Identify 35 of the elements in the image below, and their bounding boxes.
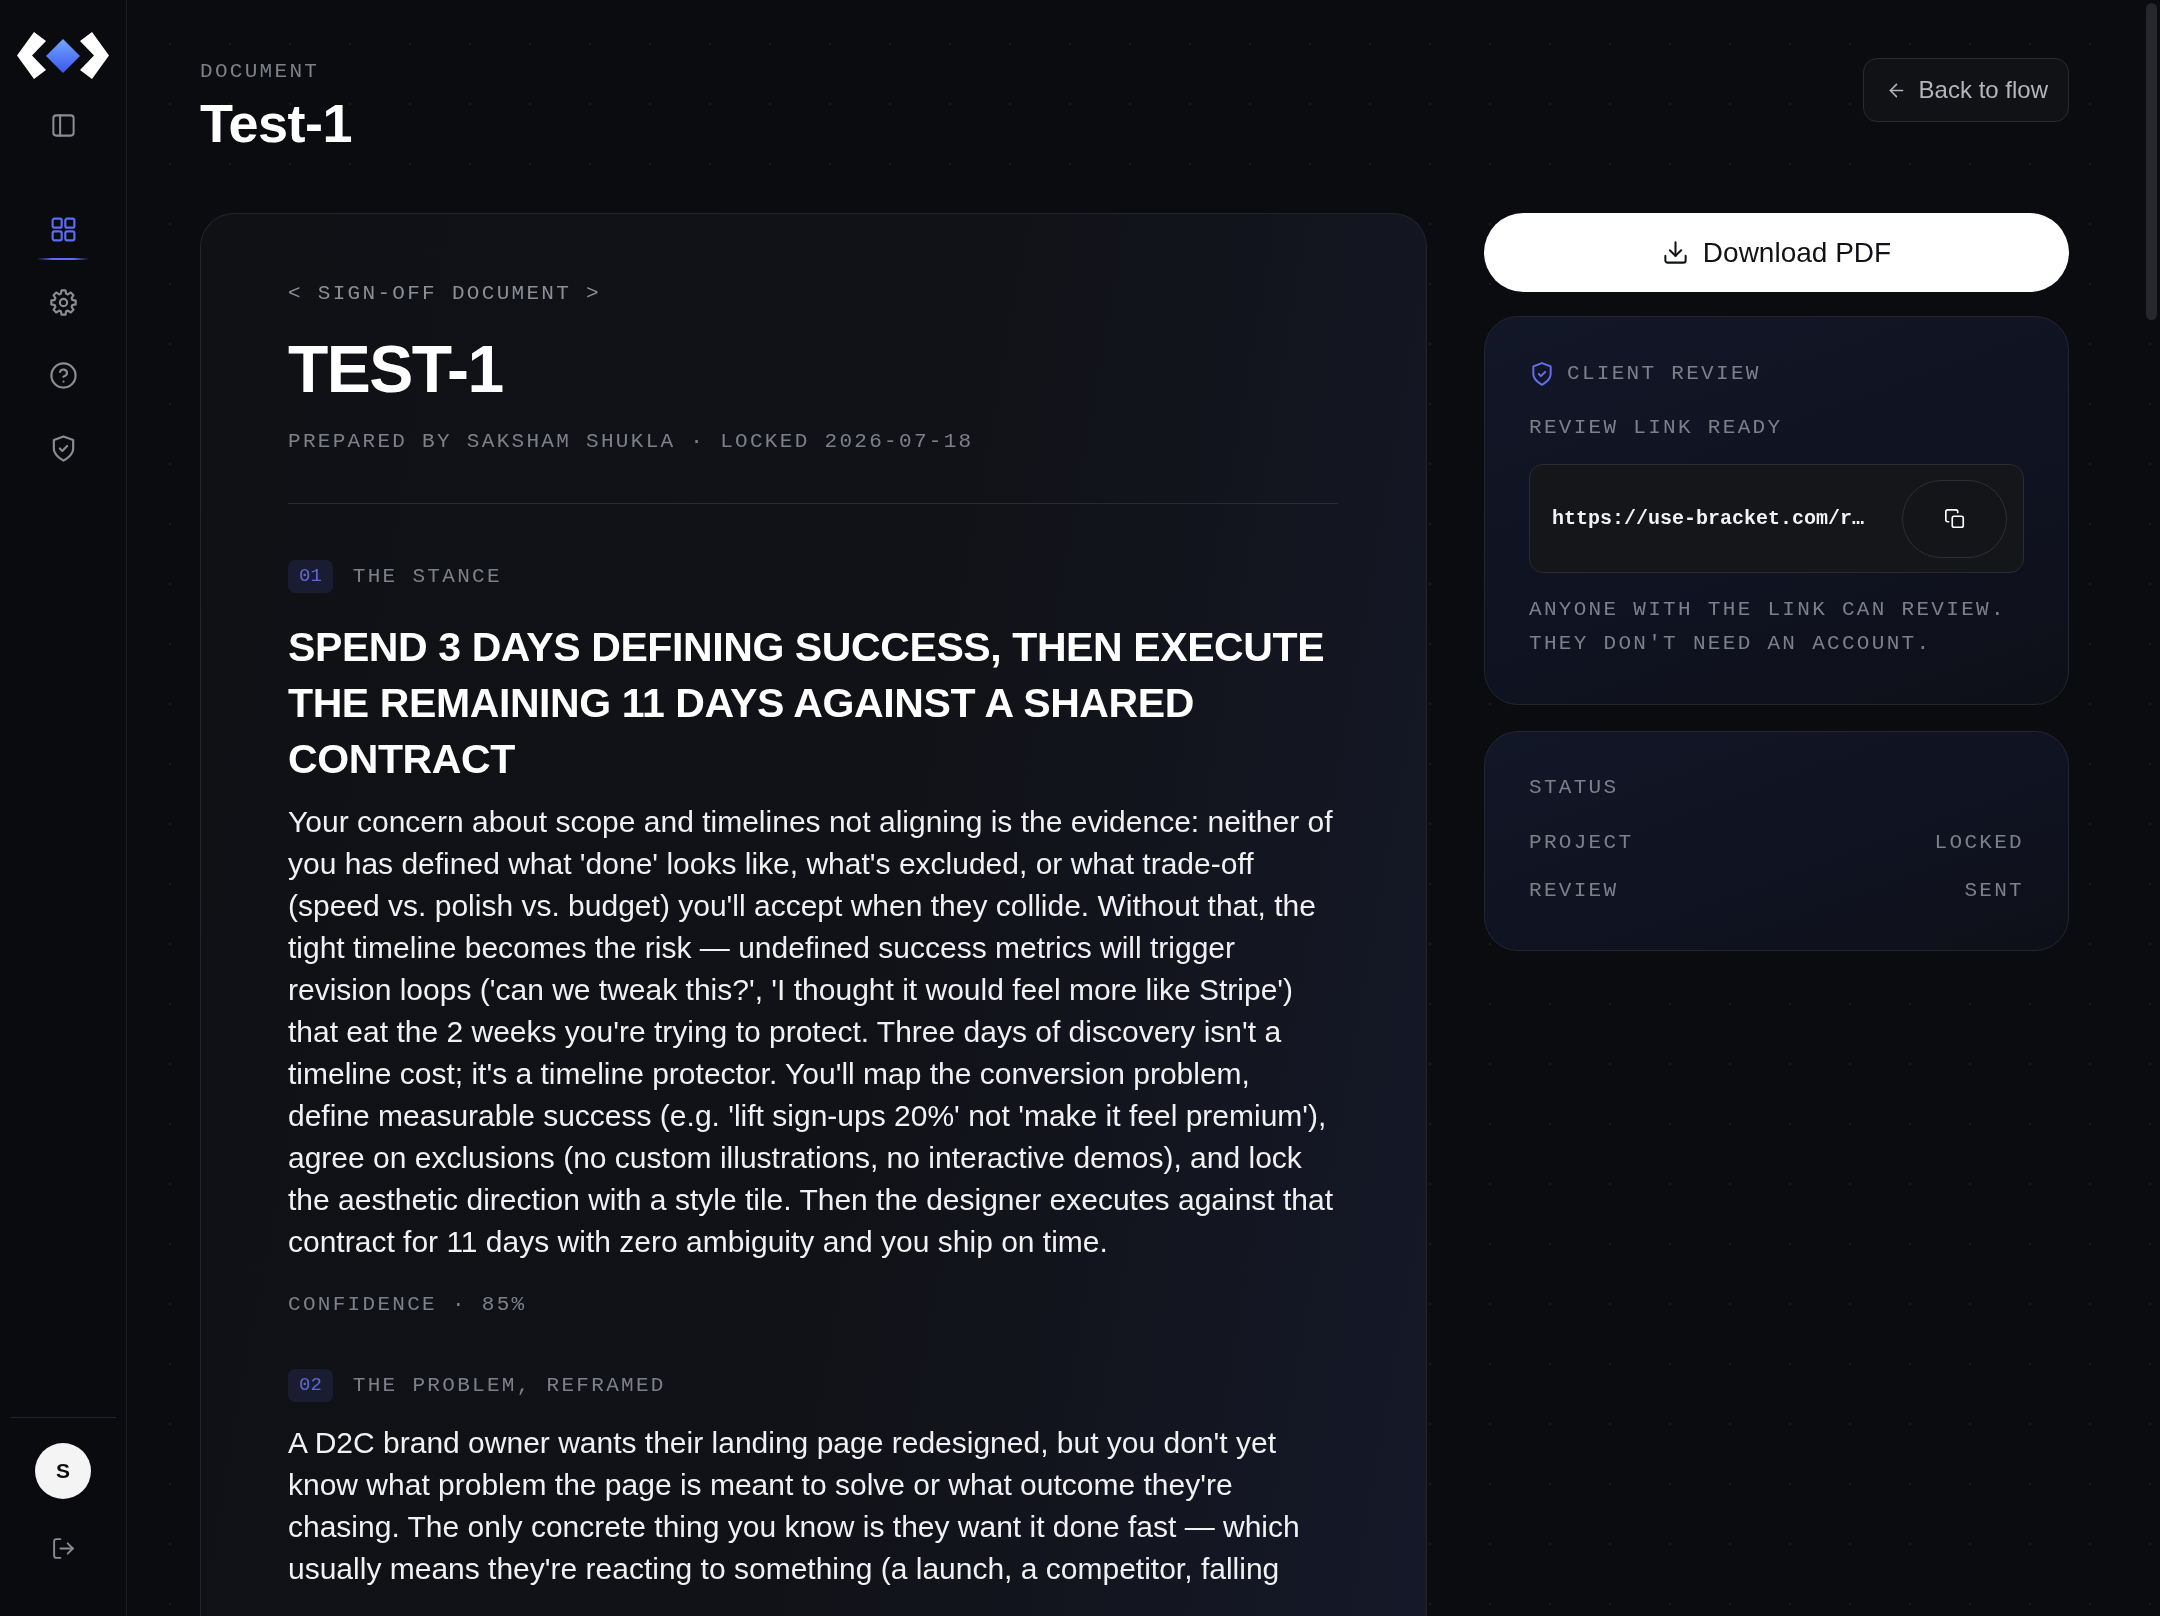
status-label: PROJECT <box>1529 830 1634 856</box>
scrollbar-thumb[interactable] <box>2146 3 2157 320</box>
status-title: STATUS <box>1529 775 1620 801</box>
user-avatar[interactable]: S <box>35 1443 91 1499</box>
copy-icon <box>1943 507 1966 530</box>
logout-icon <box>50 1535 76 1561</box>
shield-check-icon <box>1529 361 1555 387</box>
status-value: SENT <box>1964 878 2024 904</box>
back-button[interactable]: Back to flow <box>1862 58 2069 122</box>
document-eyebrow: < SIGN-OFF DOCUMENT > <box>288 281 602 307</box>
review-link-status: REVIEW LINK READY <box>1529 415 1784 441</box>
help-icon <box>48 361 78 390</box>
status-value: LOCKED <box>1934 830 2024 856</box>
section-heading: SPEND 3 DAYS DEFINING SUCCESS, THEN EXECUTE THE REMAINING 11 DAYS AGAINST A SHARED CONTRACT <box>288 623 1326 784</box>
review-note: ANYONE WITH THE LINK CAN REVIEW. THEY DON'T NEED AN ACCOUNT. <box>1529 597 2007 657</box>
client-review-title: CLIENT REVIEW <box>1567 361 1761 387</box>
gear-icon <box>48 288 78 317</box>
page-title: Test-1 <box>200 92 353 154</box>
document-meta: PREPARED BY SAKSHAM SHUKLA · LOCKED 2026-07-18 <box>288 429 975 455</box>
confidence-label: CONFIDENCE · 85% <box>288 1292 528 1318</box>
section-body: A D2C brand owner wants their landing page redesigned, but you don't yet know what problem the page is meant to solve or what outcome they're chasing. The only concrete thing you know is they want it done fast — which usually means they're reacting to something (a launch, a competitor, falling <box>288 1425 1301 1587</box>
download-icon <box>1661 239 1689 266</box>
section-body: Your concern about scope and timelines not aligning is the evidence: neither of you has defined what 'done' looks like, what's excluded, or what trade-off (speed vs. polish vs. budget) you'll accept when they collide. Without that, the tight timeline becomes the risk — undefined success metrics will trigger revision loops ('can we tweak this?', 'I thought it would feel more like Stripe') that eat the 2 weeks you're trying to protect. Three days of discovery isn't a timeline cost; it's a timeline protector. You'll map the conversion problem, define measurable success (e.g. 'lift sign-ups 20%' not 'make it feel premium'), agree on exclusions (no custom illustrations, no interactive demos), and lock the aesthetic direction with a style tile. Then the designer executes against that contract for 11 days with zero ambiguity and you ship on time. <box>288 804 1335 1260</box>
review-link-field[interactable]: https://use-bracket.com/r… <box>1529 464 2024 573</box>
section-label: THE PROBLEM, REFRAMED <box>352 1372 666 1399</box>
status-label: REVIEW <box>1529 878 1619 904</box>
panel-icon <box>49 111 77 139</box>
review-link-text: https://use-bracket.com/r… <box>1552 505 1865 532</box>
section-number: 01 <box>288 560 333 593</box>
section-label: THE STANCE <box>352 563 502 590</box>
section-number: 02 <box>288 1369 333 1402</box>
download-pdf-button[interactable]: Download PDF <box>1484 213 2069 292</box>
logo-icon <box>17 32 109 79</box>
page-eyebrow: DOCUMENT <box>200 59 321 85</box>
document-title: TEST-1 <box>288 331 504 407</box>
